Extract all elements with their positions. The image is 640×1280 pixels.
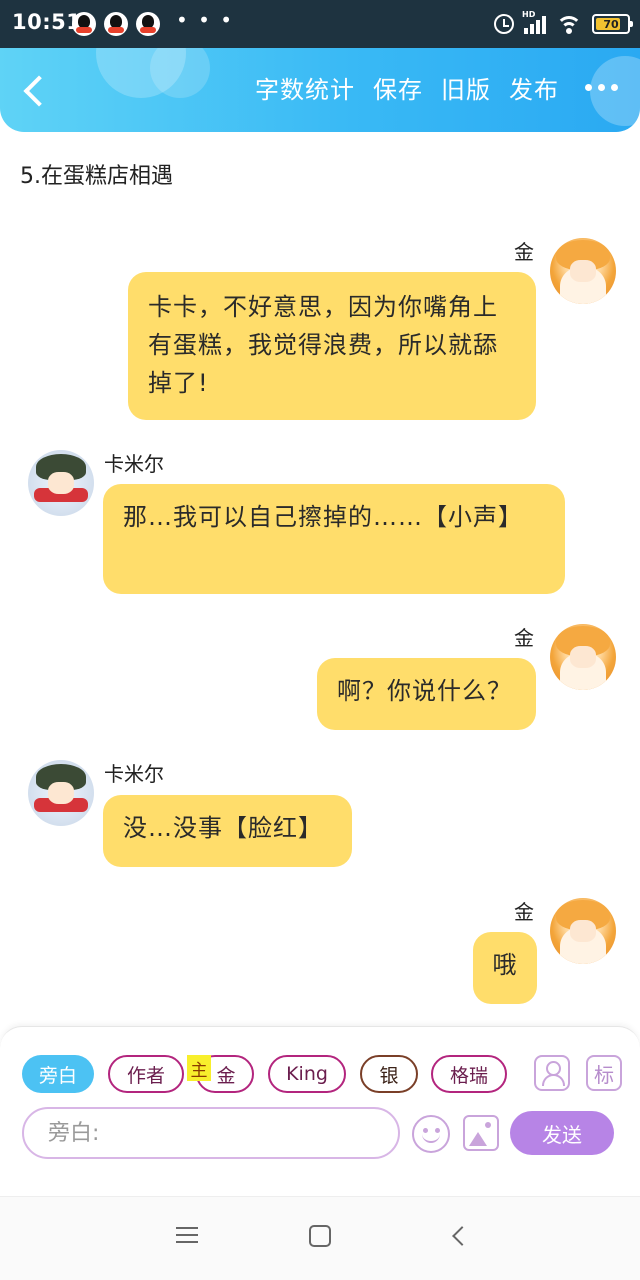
story-title: 5.在蛋糕店相遇 [20, 164, 173, 189]
back-arrow-icon[interactable] [18, 72, 54, 108]
role-manage-icon[interactable] [534, 1055, 570, 1091]
status-icons: HD 70 [494, 10, 633, 36]
send-button[interactable]: 发送 [510, 1111, 614, 1155]
composer-panel: 旁白 作者 主 金 King 银 格瑞 标 发送 [0, 1026, 640, 1196]
status-bar: 10:51 • • • HD 70 [0, 0, 640, 48]
word-count-button[interactable]: 字数统计 [255, 70, 355, 105]
more-options-icon[interactable] [585, 84, 618, 91]
qq-notification-icon [72, 12, 96, 36]
battery-icon: 70 [592, 14, 633, 34]
sender-name: 金 [514, 626, 534, 650]
sender-name: 金 [514, 900, 534, 924]
avatar-kamil[interactable] [28, 450, 94, 516]
recent-apps-icon[interactable] [176, 1227, 198, 1245]
avatar-jin[interactable] [550, 898, 616, 964]
avatar-kamil[interactable] [28, 760, 94, 826]
alarm-icon [494, 14, 514, 34]
qq-notification-icon [136, 12, 160, 36]
sender-name: 卡米尔 [104, 452, 164, 476]
role-chip-king[interactable]: King [268, 1055, 346, 1093]
avatar-jin[interactable] [550, 624, 616, 690]
back-icon[interactable] [450, 1227, 468, 1245]
message-input[interactable] [22, 1107, 400, 1159]
qq-notification-icon [104, 12, 128, 36]
message-bubble[interactable]: 哦 [473, 932, 537, 1004]
image-icon[interactable] [463, 1115, 499, 1151]
role-chip-grey[interactable]: 格瑞 [431, 1055, 507, 1093]
old-version-button[interactable]: 旧版 [441, 70, 491, 105]
home-icon[interactable] [309, 1225, 331, 1247]
emoji-icon[interactable] [412, 1115, 450, 1153]
battery-level: 70 [603, 17, 619, 31]
header-actions: 字数统计 保存 旧版 发布 [255, 70, 618, 105]
system-nav-bar [0, 1196, 640, 1280]
app-header: 字数统计 保存 旧版 发布 [0, 48, 640, 132]
avatar-jin[interactable] [550, 238, 616, 304]
more-notifications-indicator: • • • [176, 8, 235, 32]
status-time: 10:51 [12, 10, 82, 34]
role-chip-author[interactable]: 作者 [108, 1055, 184, 1093]
signal-icon: HD [522, 10, 546, 34]
sender-name: 卡米尔 [104, 762, 164, 786]
main-role-tag: 主 [187, 1055, 211, 1081]
message-bubble[interactable]: 卡卡，不好意思，因为你嘴角上有蛋糕，我觉得浪费，所以就舔掉了! [128, 272, 536, 420]
message-bubble[interactable]: 那…我可以自己擦掉的……【小声】 [103, 484, 565, 594]
message-bubble[interactable]: 啊？你说什么？ [317, 658, 536, 730]
wifi-icon [556, 14, 582, 34]
sender-name: 金 [514, 240, 534, 264]
message-bubble[interactable]: 没…没事【脸红】 [103, 795, 352, 867]
role-chip-yin[interactable]: 银 [360, 1055, 418, 1093]
save-button[interactable]: 保存 [373, 70, 423, 105]
role-chip-narration[interactable]: 旁白 [22, 1055, 94, 1093]
publish-button[interactable]: 发布 [509, 70, 559, 105]
tag-button[interactable]: 标 [586, 1055, 622, 1091]
